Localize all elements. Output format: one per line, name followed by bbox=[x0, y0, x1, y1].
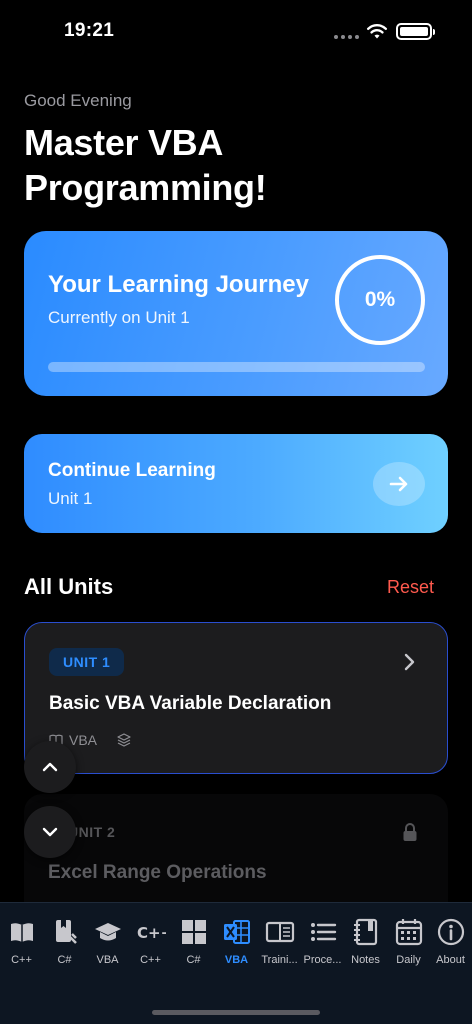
tab-csharp-1[interactable]: C# bbox=[43, 917, 86, 966]
graduation-cap-icon bbox=[94, 923, 121, 941]
arrow-right-icon[interactable] bbox=[373, 462, 425, 506]
journey-subtitle: Currently on Unit 1 bbox=[48, 308, 190, 327]
tab-about[interactable]: About bbox=[429, 917, 472, 966]
tab-bar: C++ C# VBA C++ C++ C# VBA Traini... Proc… bbox=[0, 902, 472, 1024]
unit-badge: UNIT 1 bbox=[49, 648, 125, 676]
progress-ring: 0% bbox=[335, 255, 425, 345]
chevron-down-icon bbox=[42, 827, 58, 837]
home-indicator bbox=[152, 1010, 320, 1015]
page-title: Master VBA Programming! bbox=[24, 122, 267, 208]
battery-icon bbox=[396, 23, 435, 40]
tab-label: C++ bbox=[11, 954, 32, 966]
scroll-down-button[interactable] bbox=[24, 806, 76, 858]
tab-cpp-1[interactable]: C++ bbox=[0, 917, 43, 966]
all-units-heading: All Units bbox=[24, 574, 114, 599]
unit-title: Excel Range Operations bbox=[48, 862, 267, 883]
tab-procedures[interactable]: Proce... bbox=[301, 917, 344, 966]
tab-csharp-2[interactable]: C# bbox=[172, 917, 215, 966]
learning-journey-card[interactable]: Your Learning Journey Currently on Unit … bbox=[24, 231, 448, 396]
tab-label: Traini... bbox=[261, 954, 298, 966]
tab-notes[interactable]: Notes bbox=[344, 917, 387, 966]
progress-percent: 0% bbox=[364, 288, 396, 311]
tab-label: About bbox=[436, 954, 465, 966]
tab-training[interactable]: Traini... bbox=[258, 917, 301, 966]
tab-cpp-2[interactable]: C++ C++ bbox=[129, 917, 172, 966]
chevron-right-icon[interactable] bbox=[403, 653, 417, 671]
chevron-up-icon bbox=[42, 762, 58, 772]
tab-vba-1[interactable]: VBA bbox=[86, 917, 129, 966]
svg-text:C++: C++ bbox=[137, 924, 166, 942]
list-icon bbox=[310, 923, 336, 941]
continue-learning-button[interactable]: Continue Learning Unit 1 bbox=[24, 434, 448, 533]
tab-label: VBA bbox=[224, 954, 249, 966]
greeting-text: Good Evening bbox=[24, 91, 132, 110]
unit-card[interactable]: UNIT 1 Basic VBA Variable Declaration VB… bbox=[24, 622, 448, 774]
reset-button[interactable]: Reset bbox=[387, 577, 434, 598]
continue-subtitle: Unit 1 bbox=[48, 489, 93, 508]
excel-icon bbox=[223, 920, 250, 944]
wifi-icon bbox=[367, 24, 387, 39]
training-book-icon bbox=[265, 921, 294, 943]
info-icon bbox=[437, 918, 464, 946]
status-time: 19:21 bbox=[64, 20, 115, 41]
continue-title: Continue Learning bbox=[48, 460, 216, 481]
tab-label: Notes bbox=[351, 954, 380, 966]
layers-icon bbox=[117, 733, 131, 747]
lock-icon bbox=[403, 823, 417, 841]
signal-dots-icon bbox=[334, 35, 359, 39]
book-bookmark-icon bbox=[55, 920, 77, 944]
tab-label: C++ bbox=[140, 954, 161, 966]
tab-daily[interactable]: Daily bbox=[387, 917, 430, 966]
status-bar: 19:21 bbox=[0, 0, 472, 60]
calendar-icon bbox=[395, 919, 422, 946]
notebook-icon bbox=[353, 918, 377, 946]
tab-vba-active[interactable]: VBA bbox=[215, 917, 258, 966]
book-icon bbox=[10, 923, 33, 942]
windows-grid-icon bbox=[181, 920, 206, 944]
tab-label: C# bbox=[186, 954, 201, 966]
unit-language: VBA bbox=[69, 732, 98, 748]
unit-title: Basic VBA Variable Declaration bbox=[49, 693, 332, 714]
tab-label: Proce... bbox=[303, 954, 342, 966]
progress-bar bbox=[48, 362, 425, 372]
tab-label: Daily bbox=[396, 954, 421, 966]
tab-label: VBA bbox=[96, 954, 119, 966]
cpp-icon: C++ bbox=[137, 924, 166, 942]
tab-label: C# bbox=[57, 954, 72, 966]
scroll-up-button[interactable] bbox=[24, 741, 76, 793]
journey-title: Your Learning Journey bbox=[48, 271, 309, 298]
